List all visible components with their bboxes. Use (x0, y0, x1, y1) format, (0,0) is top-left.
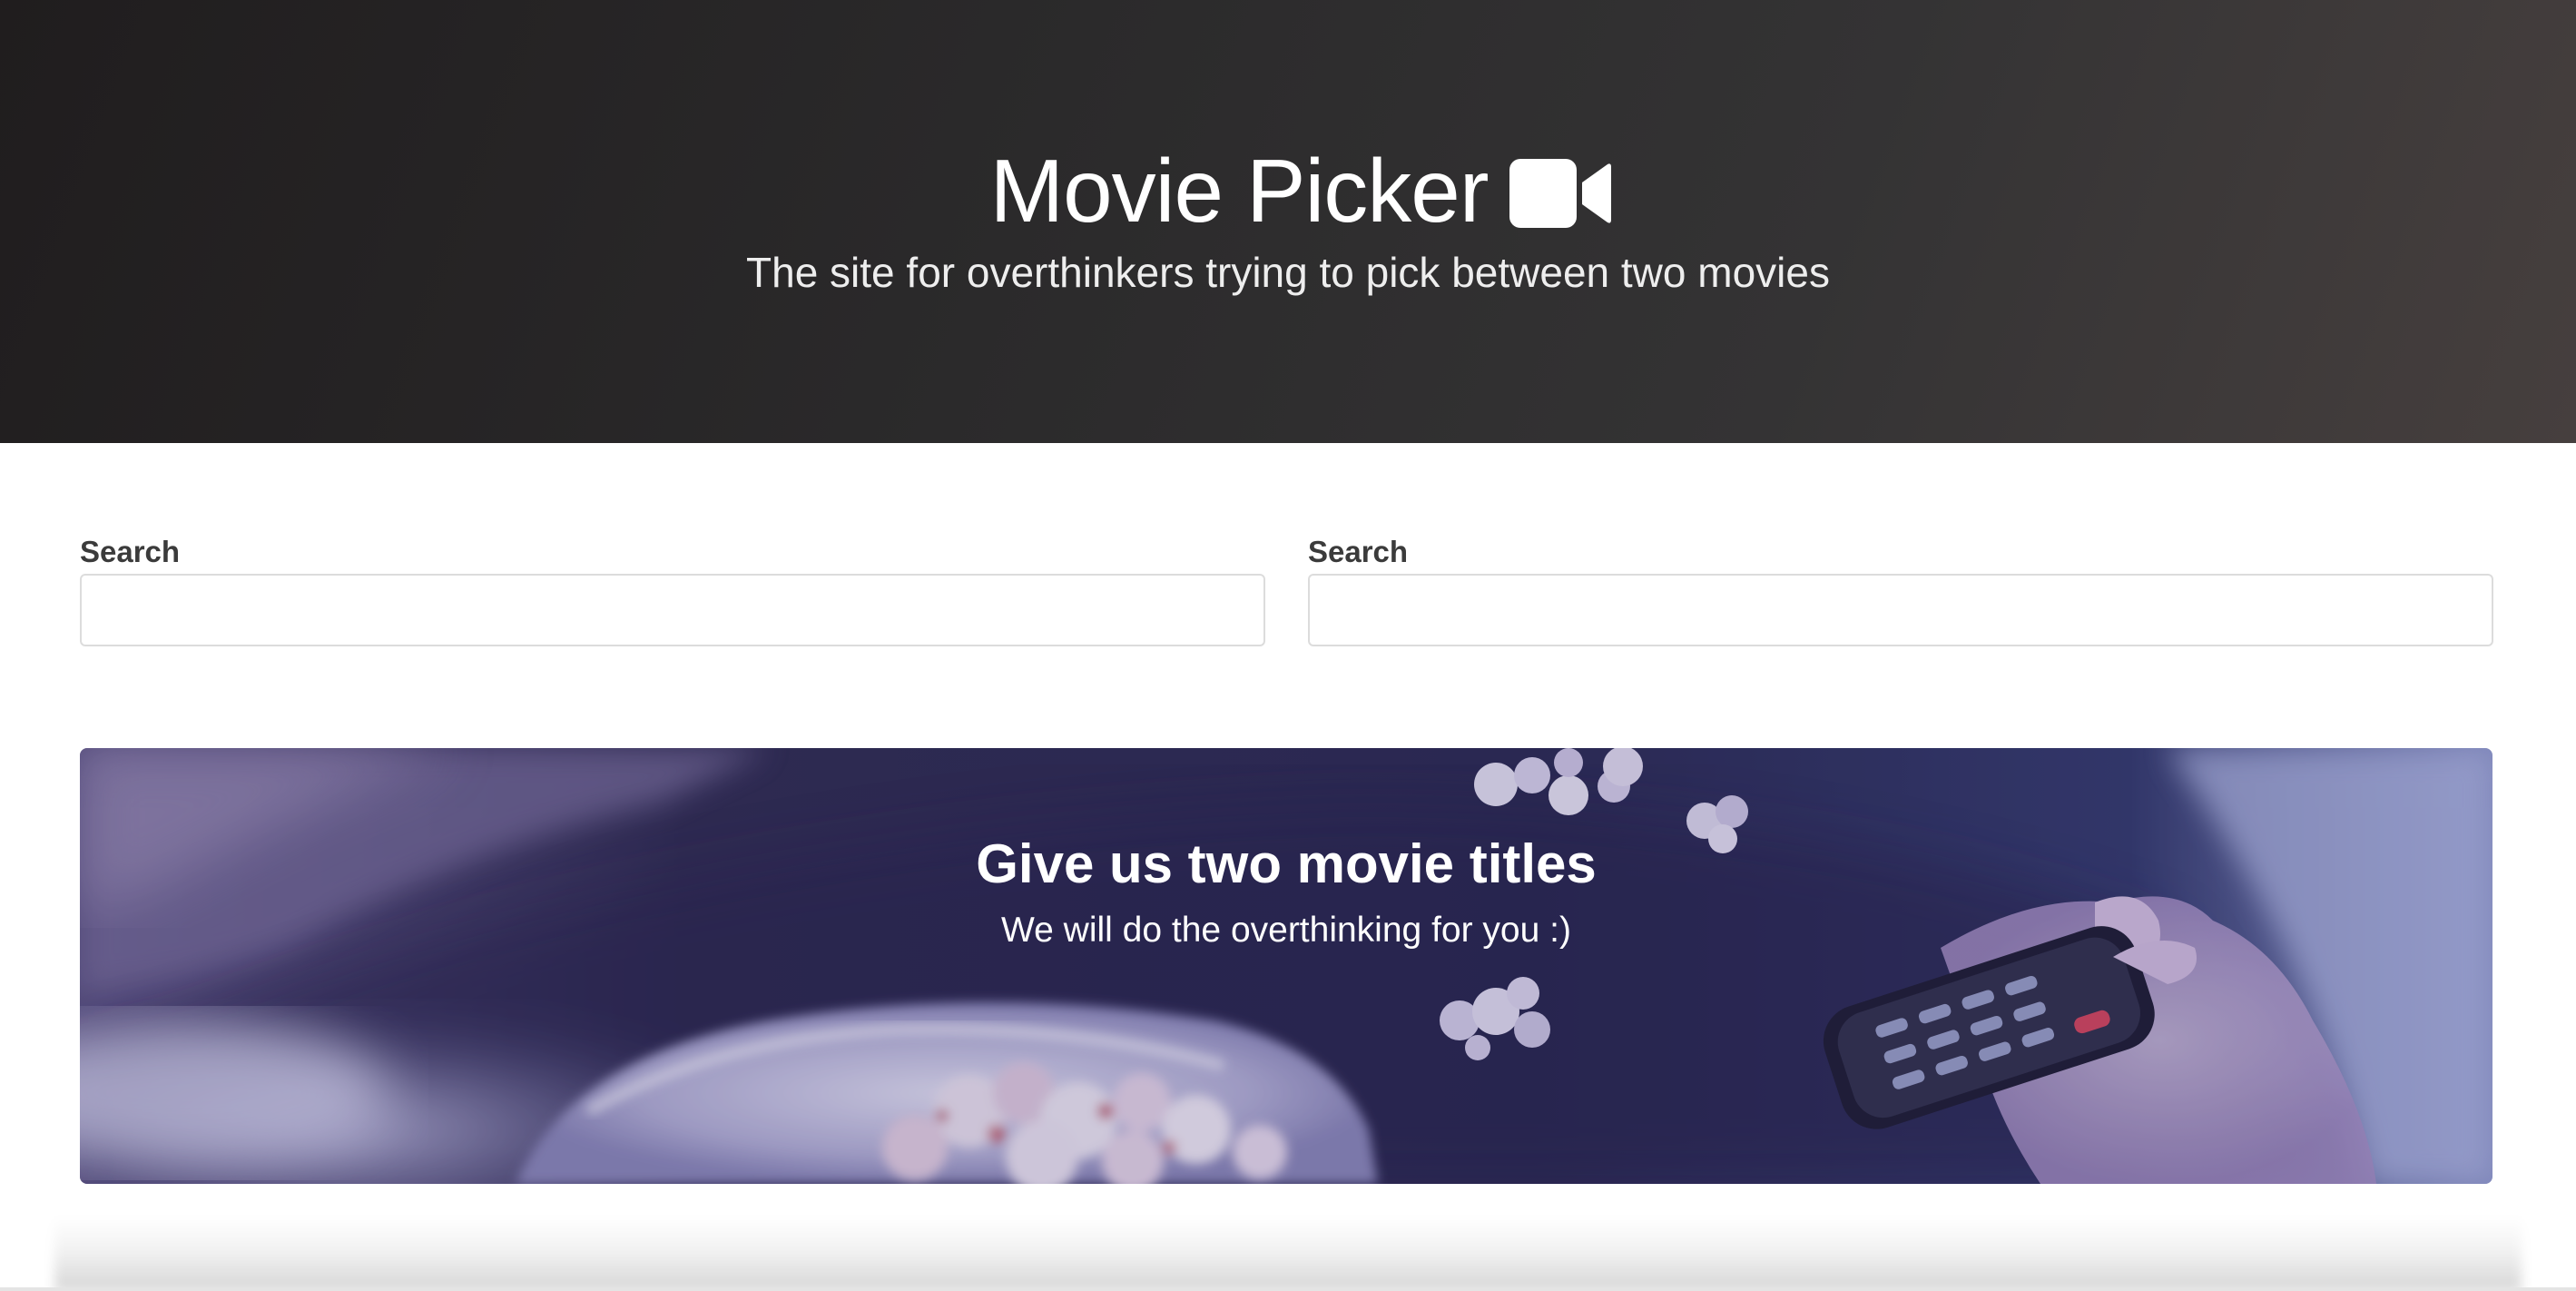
video-camera-icon (1509, 159, 1612, 228)
popcorn-remote-photo (80, 748, 2492, 1184)
search-group-left: Search (80, 532, 1265, 646)
hero-title-row: Movie Picker (0, 136, 2576, 245)
page: Movie Picker The site for overthinkers t… (0, 0, 2576, 1291)
card-shadow (54, 1217, 2522, 1291)
search-input-left[interactable] (80, 574, 1265, 646)
site-subtitle: The site for overthinkers trying to pick… (746, 249, 1830, 296)
banner-title: Give us two movie titles (976, 833, 1597, 894)
card-edge (0, 1287, 2576, 1291)
search-group-right: Search (1308, 532, 2493, 646)
hero-header: Movie Picker The site for overthinkers t… (0, 0, 2576, 443)
banner-subtitle: We will do the overthinking for you :) (1001, 911, 1571, 950)
search-input-right[interactable] (1308, 574, 2493, 646)
search-label-left: Search (80, 535, 181, 568)
hero-banner: Give us two movie titles We will do the … (80, 748, 2492, 1184)
site-title: Movie Picker (989, 141, 1490, 241)
search-label-right: Search (1308, 535, 1409, 568)
